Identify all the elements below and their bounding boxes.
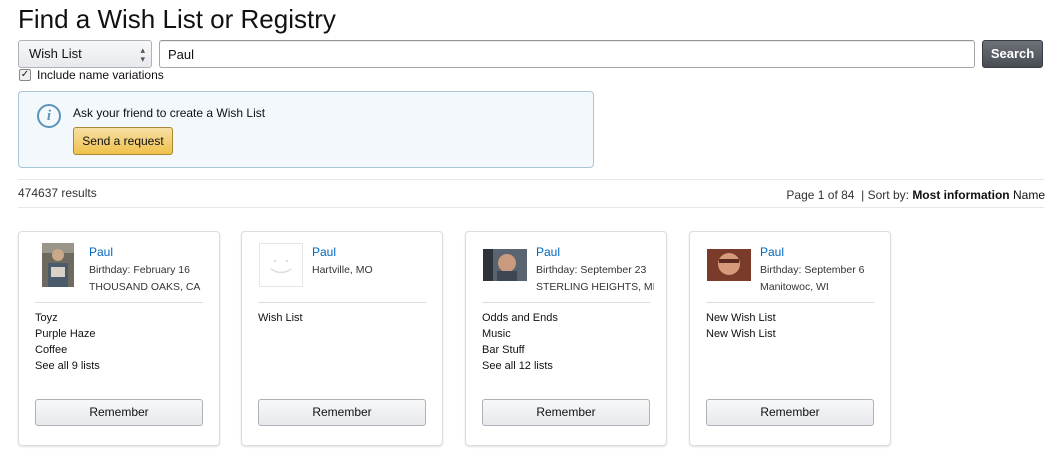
list-link[interactable]: Music (482, 326, 558, 342)
avatar[interactable] (36, 243, 80, 287)
results-pager: Page 1 of 84 | Sort by: Most information… (786, 188, 1045, 202)
search-input[interactable] (159, 40, 975, 68)
list-link[interactable]: New Wish List (706, 326, 776, 342)
info-text: Ask your friend to create a Wish List (73, 106, 266, 120)
sort-label: | Sort by: (861, 188, 909, 202)
remember-button[interactable]: Remember (482, 399, 650, 426)
list-type-select[interactable]: Wish List ▴ ▾ (18, 40, 152, 68)
profile-location: STERLING HEIGHTS, MI (536, 281, 654, 293)
info-box: i Ask your friend to create a Wish List … (18, 91, 594, 168)
divider (18, 207, 1044, 208)
list-link[interactable]: Odds and Ends (482, 310, 558, 326)
card-divider (35, 302, 203, 303)
info-icon: i (37, 104, 61, 128)
profile-name-link[interactable]: Paul (536, 245, 560, 259)
results-count: 474637 results (18, 186, 97, 200)
wish-lists: Toyz Purple Haze Coffee See all 9 lists (35, 310, 100, 374)
profile-location: Hartville, MO (312, 264, 373, 276)
list-link[interactable]: Wish List (258, 310, 303, 326)
avatar[interactable] (483, 243, 527, 287)
list-link[interactable]: New Wish List (706, 310, 776, 326)
sort-option-name[interactable]: Name (1013, 188, 1045, 202)
profile-location: THOUSAND OAKS, CA (89, 281, 201, 293)
send-request-button[interactable]: Send a request (73, 127, 173, 155)
select-arrows-icon: ▴ ▾ (140, 45, 145, 64)
page-title: Find a Wish List or Registry (18, 4, 336, 34)
list-link[interactable]: Purple Haze (35, 326, 100, 342)
profile-name-link[interactable]: Paul (89, 245, 113, 259)
result-card: Paul Birthday: February 16 THOUSAND OAKS… (18, 231, 220, 446)
list-link[interactable]: Toyz (35, 310, 100, 326)
card-divider (706, 302, 874, 303)
profile-birthday: Birthday: September 6 (760, 264, 865, 276)
wish-lists: Odds and Ends Music Bar Stuff See all 12… (482, 310, 558, 374)
remember-button[interactable]: Remember (35, 399, 203, 426)
profile-birthday: Birthday: February 16 (89, 264, 190, 276)
card-divider (482, 302, 650, 303)
page-indicator: Page 1 of 84 (786, 188, 855, 202)
profile-location: Manitowoc, WI (760, 281, 829, 293)
list-type-selected-value: Wish List (29, 46, 82, 61)
wish-lists: New Wish List New Wish List (706, 310, 776, 342)
see-all-lists-link[interactable]: See all 12 lists (482, 358, 558, 374)
result-card: Paul Hartville, MO Wish List Remember (241, 231, 443, 446)
list-link[interactable]: Coffee (35, 342, 100, 358)
name-variations-checkbox[interactable]: ✓ (19, 69, 31, 81)
avatar[interactable] (259, 243, 303, 287)
result-card: Paul Birthday: September 23 STERLING HEI… (465, 231, 667, 446)
profile-name-link[interactable]: Paul (312, 245, 336, 259)
see-all-lists-link[interactable]: See all 9 lists (35, 358, 100, 374)
name-variations-option[interactable]: ✓ Include name variations (19, 68, 164, 82)
list-link[interactable]: Bar Stuff (482, 342, 558, 358)
remember-button[interactable]: Remember (258, 399, 426, 426)
profile-name-link[interactable]: Paul (760, 245, 784, 259)
wish-lists: Wish List (258, 310, 303, 326)
sort-option-most-information[interactable]: Most information (912, 188, 1009, 202)
divider (18, 179, 1044, 180)
name-variations-label: Include name variations (37, 68, 164, 82)
avatar[interactable] (707, 243, 751, 287)
search-button[interactable]: Search (982, 40, 1043, 68)
card-divider (258, 302, 426, 303)
result-card: Paul Birthday: September 6 Manitowoc, WI… (689, 231, 891, 446)
profile-birthday: Birthday: September 23 (536, 264, 647, 276)
remember-button[interactable]: Remember (706, 399, 874, 426)
